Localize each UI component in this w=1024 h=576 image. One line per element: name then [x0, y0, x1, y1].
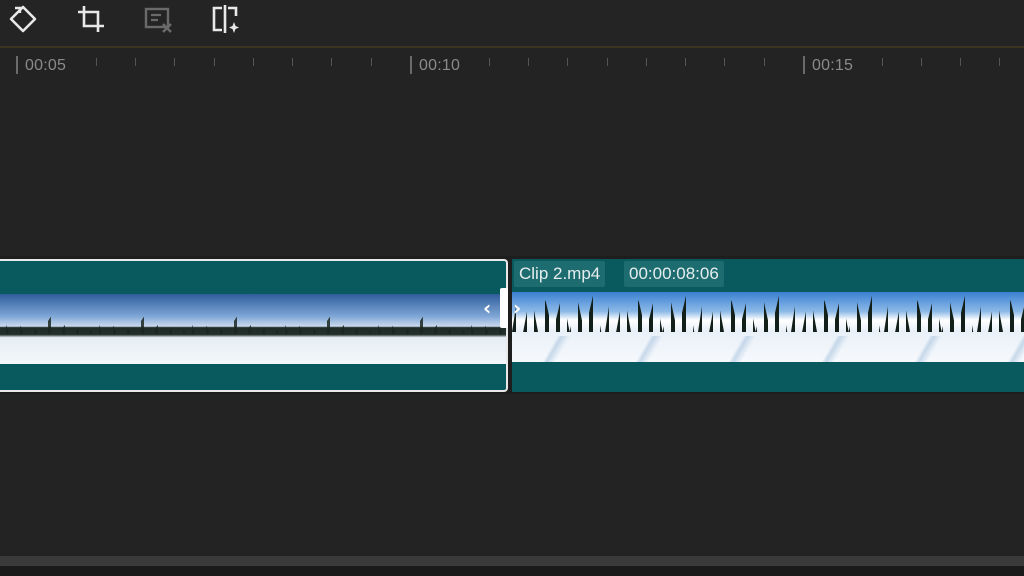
trim-handle[interactable]	[500, 288, 508, 328]
thumbnail	[605, 292, 698, 362]
minor-tick	[567, 58, 568, 66]
minor-tick	[960, 58, 961, 66]
ruler-label: 00:15	[812, 57, 854, 74]
split-magic-icon	[212, 5, 239, 33]
thumbnail	[186, 294, 279, 364]
major-tick	[803, 56, 805, 74]
timeline-clip-1[interactable]	[0, 259, 508, 392]
major-tick	[16, 56, 18, 74]
minor-tick	[528, 58, 529, 66]
bottom-strip	[0, 566, 1024, 576]
remove-background-icon	[144, 7, 172, 33]
clip-name-label: Clip 2.mp4	[514, 261, 606, 287]
editor-toolbar	[0, 0, 1024, 46]
timeline-scrollbar[interactable]	[0, 556, 1024, 566]
thumbnail	[512, 292, 605, 362]
minor-tick	[135, 58, 136, 66]
ruler-label: 00:10	[419, 57, 461, 74]
crop-button[interactable]	[74, 2, 108, 36]
timeline-clip-2[interactable]: Clip 2.mp4 00:00:08:06	[512, 259, 1024, 392]
minor-tick	[921, 58, 922, 66]
trim-right-arrow-icon[interactable]: ›	[513, 296, 521, 320]
rotate-icon	[9, 5, 37, 33]
remove-background-button[interactable]	[141, 2, 175, 36]
minor-tick	[253, 58, 254, 66]
thumbnail	[884, 292, 977, 362]
thumbnail	[977, 292, 1024, 362]
ruler-label: 00:05	[25, 57, 67, 74]
minor-tick	[764, 58, 765, 66]
thumbnail	[279, 294, 372, 364]
thumbnail	[791, 292, 884, 362]
split-button[interactable]	[208, 2, 242, 36]
clip-thumbnails	[0, 294, 506, 364]
major-tick	[410, 56, 412, 74]
minor-tick	[96, 58, 97, 66]
rotate-button[interactable]	[6, 2, 40, 36]
minor-tick	[882, 58, 883, 66]
minor-tick	[685, 58, 686, 66]
thumbnail	[698, 292, 791, 362]
minor-tick	[646, 58, 647, 66]
minor-tick	[489, 58, 490, 66]
crop-icon	[78, 6, 104, 32]
minor-tick	[292, 58, 293, 66]
minor-tick	[607, 58, 608, 66]
minor-tick	[214, 58, 215, 66]
minor-tick	[174, 58, 175, 66]
minor-tick	[724, 58, 725, 66]
trim-left-arrow-icon[interactable]: ‹	[483, 296, 491, 320]
thumbnail	[93, 294, 186, 364]
minor-tick	[331, 58, 332, 66]
minor-tick	[371, 58, 372, 66]
thumbnail	[372, 294, 465, 364]
time-ruler[interactable]: 00:05 00:10 00:15	[0, 48, 1024, 82]
minor-tick	[999, 58, 1000, 66]
clip-duration-label: 00:00:08:06	[624, 261, 724, 287]
clip-thumbnails	[512, 292, 1024, 362]
thumbnail	[0, 294, 93, 364]
